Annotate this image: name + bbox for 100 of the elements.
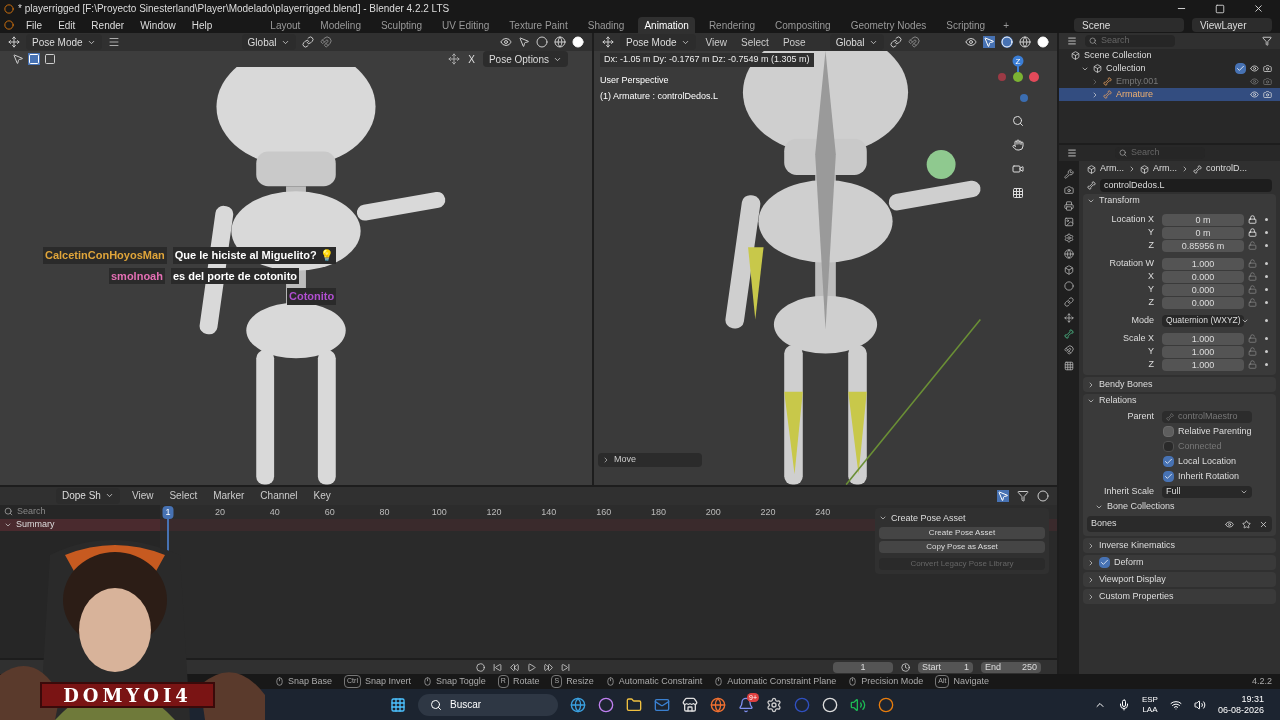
mode-dropdown[interactable]: Pose Mode (620, 34, 696, 50)
summary-channel[interactable]: Summary (0, 518, 160, 531)
frame-number: 60 (323, 505, 336, 519)
microphone-icon (1117, 698, 1130, 711)
number-field[interactable]: 1.000 (1162, 332, 1244, 345)
close-icon (1253, 3, 1264, 14)
panel-title: Bone Collections (1107, 500, 1175, 514)
scene-selector[interactable]: Scene (1074, 18, 1184, 32)
checkbox[interactable] (1099, 557, 1110, 568)
taskbar-search-field[interactable]: Buscar (418, 693, 558, 716)
operator-panel[interactable]: Move (598, 452, 702, 467)
menu-item[interactable]: Channel (256, 488, 302, 504)
menu-item[interactable]: Window (136, 17, 180, 33)
start-frame-field[interactable]: Start 1 (918, 661, 973, 673)
properties-tab-icon (1064, 233, 1074, 243)
view-layer-selector[interactable]: ViewLayer (1192, 18, 1272, 32)
field-label: Parent (1126, 409, 1155, 423)
menu-item[interactable]: Select (737, 34, 773, 50)
overlay-icon (536, 36, 548, 48)
channel-search-field[interactable]: Search (0, 504, 160, 519)
inherit-scale-dropdown[interactable]: Full (1162, 485, 1252, 498)
panel-title[interactable]: Deform (1114, 555, 1144, 570)
app-icon (794, 696, 810, 713)
next-keyframe-icon (544, 662, 553, 672)
checkbox[interactable] (1163, 426, 1174, 437)
orientation-dropdown[interactable]: Global (829, 34, 884, 50)
workspace-tab[interactable]: Shading (581, 17, 631, 33)
pose-asset-button[interactable]: Create Pose Asset (879, 527, 1045, 540)
blender-app-icon (878, 696, 894, 713)
window-title: * playerrigged [F:\Proyecto Sinesterland\Player\Modelado\playerrigged.blend] - Blender 4.2.2 LTS (18, 2, 450, 16)
search-input[interactable]: Search (17, 504, 137, 519)
workspace-tab[interactable]: Geometry Nodes (844, 17, 933, 33)
field-label: Mode (1130, 313, 1155, 327)
frame-number: 120 (485, 505, 503, 519)
orientation-dropdown[interactable]: Global (241, 34, 296, 50)
status-hint: Rotate (512, 674, 540, 688)
menu-item[interactable]: Marker (209, 488, 249, 504)
checkbox-label: Relative Parenting (1178, 424, 1252, 438)
workspace-tab[interactable]: UV Editing (436, 17, 496, 33)
menu-item[interactable]: File (22, 17, 47, 33)
object-icon (1103, 77, 1112, 86)
number-field[interactable]: 1.000 (1162, 358, 1244, 371)
checkbox[interactable] (1235, 63, 1246, 74)
workspace-tab[interactable]: Scripting (940, 17, 992, 33)
workspace-tab[interactable]: Texture Paint (503, 17, 574, 33)
menu-item[interactable]: View (127, 488, 158, 504)
menu-item[interactable]: Pose (778, 34, 810, 50)
pose-asset-button[interactable]: Copy Pose as Asset (879, 541, 1045, 554)
workspace-tab[interactable]: Rendering (702, 17, 762, 33)
menu-item[interactable]: Edit (54, 17, 80, 33)
checkbox-label: Local Location (1178, 454, 1237, 468)
gizmo-icon (983, 36, 995, 48)
star-icon (1242, 519, 1251, 529)
number-field[interactable]: 0.000 (1162, 270, 1244, 283)
navigation-gizmo-drawing: Z (993, 53, 1043, 103)
snap-icon (319, 36, 332, 48)
properties-tab-icon (1064, 217, 1074, 227)
bone-name-field[interactable]: controlDedos.L (1100, 179, 1272, 192)
chat-message: Que le hiciste al Miguelito? 💡 (172, 247, 336, 264)
number-field[interactable]: 0 m (1162, 226, 1244, 239)
menu-item[interactable]: Help (187, 17, 217, 33)
mouse-icon (275, 677, 284, 686)
end-frame-field[interactable]: End 250 (981, 661, 1041, 673)
checkbox[interactable] (1163, 456, 1174, 467)
checkbox[interactable] (1163, 471, 1174, 482)
mouse-icon (714, 677, 724, 686)
visibility-icon (500, 36, 512, 48)
current-frame-field[interactable]: 1 (833, 661, 893, 673)
bone-icon (1166, 412, 1174, 421)
mirror-x-toggle[interactable]: X (464, 51, 479, 67)
menu-item[interactable]: View (701, 34, 732, 50)
number-field[interactable]: 1.000 (1162, 257, 1244, 270)
workspace-tab[interactable]: Layout (264, 17, 307, 33)
workspace-tab[interactable]: Compositing (769, 17, 837, 33)
current-frame-indicator[interactable]: 1 (162, 505, 174, 520)
menu-item[interactable]: Select (165, 488, 202, 504)
editor-type-dropdown[interactable]: Dope Sh (56, 487, 120, 504)
menu-item[interactable]: Render (87, 17, 129, 33)
search-icon (430, 698, 442, 711)
add-workspace-button[interactable]: + (999, 17, 1013, 33)
menu-item[interactable]: Key (309, 488, 335, 504)
workspace-tab[interactable]: Animation (638, 17, 695, 33)
status-hint: Resize (566, 674, 594, 688)
transform-icon (8, 36, 20, 48)
menu-icon (107, 36, 120, 48)
number-field[interactable]: 0.000 (1162, 296, 1244, 309)
number-field[interactable]: 0.85956 m (1162, 239, 1244, 252)
select-tool-icon (12, 53, 24, 65)
transform-icon (602, 36, 614, 48)
mode-dropdown[interactable]: Pose Mode (26, 34, 102, 50)
bendy-bones-panel[interactable]: Bendy Bones (1083, 377, 1276, 392)
workspace-tab[interactable]: Modeling (314, 17, 367, 33)
number-field[interactable]: 1.000 (1162, 345, 1244, 358)
collection-icon (1071, 51, 1080, 60)
workspace-tab[interactable]: Sculpting (374, 17, 429, 33)
outliner-row[interactable]: Armature (1059, 88, 1280, 101)
wireframe-shading-icon (1019, 36, 1031, 48)
number-field[interactable]: 0 m (1162, 213, 1244, 226)
pose-options-dropdown[interactable]: Pose Options (482, 51, 568, 67)
number-field[interactable]: 0.000 (1162, 283, 1244, 296)
